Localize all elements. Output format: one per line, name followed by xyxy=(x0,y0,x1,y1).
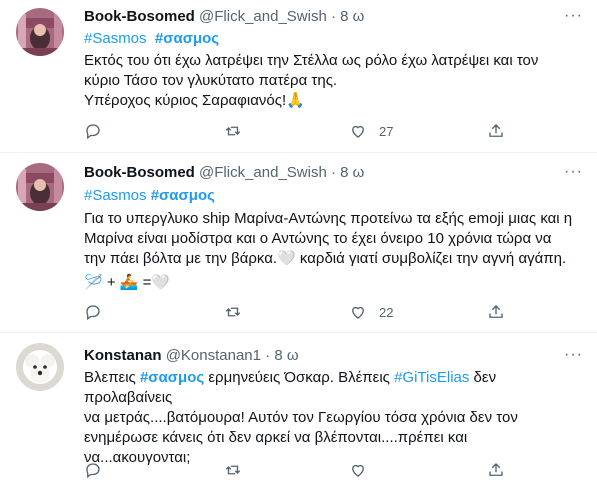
hashtag-link[interactable]: #σασμος xyxy=(151,187,215,204)
emoji-line: 🪡 + 🚣 =🤍 xyxy=(84,274,171,291)
hashtag-link[interactable]: #Sasmos xyxy=(84,30,147,47)
tweet-2[interactable]: Book-Bosomed @Flick_and_Swish · 8 ω ··· … xyxy=(0,153,597,333)
reply-icon xyxy=(86,305,100,321)
text-line: Μαρίνα είναι μοδίστρα και ο Αντώνης το έ… xyxy=(84,230,552,247)
hashtags: #Sasmos #σασμος xyxy=(84,29,219,49)
like-icon xyxy=(352,125,364,138)
author-handle[interactable]: @Flick_and_Swish xyxy=(199,8,327,25)
tweet-text: Για το υπεργλυκο ship Μαρίνα-Αντώνης προ… xyxy=(84,209,584,293)
text-line: Εκτός του ότι έχω λατρέψει την Στέλλα ως… xyxy=(84,52,539,69)
hashtags: #Sasmos #σασμος xyxy=(84,186,215,206)
retweet-button[interactable] xyxy=(224,121,254,141)
tweet-3[interactable]: Konstanan @Konstanan1 · 8 ω ··· Βλεπεις … xyxy=(0,333,597,495)
hashtag-link[interactable]: #GiTisElias xyxy=(394,369,469,386)
tweet-actions: 27 xyxy=(84,121,584,141)
hashtag-link[interactable]: #σασμος xyxy=(155,30,219,47)
like-icon xyxy=(352,464,364,477)
text-line: να μετράς....βατόμουρα! Αυτόν τον Γεωργί… xyxy=(84,409,518,426)
tweet-header: Konstanan @Konstanan1 · 8 ω xyxy=(84,347,299,364)
tweet-text: Εκτός του ότι έχω λατρέψει την Στέλλα ως… xyxy=(84,51,584,111)
like-icon xyxy=(352,306,364,319)
text-line: Βλεπεις #σασμος ερμηνεύεις Όσκαρ. Βλέπει… xyxy=(84,369,497,406)
author-name[interactable]: Book-Bosomed xyxy=(84,8,195,25)
share-button[interactable] xyxy=(487,460,505,480)
retweet-icon xyxy=(225,307,241,317)
avatar[interactable] xyxy=(16,343,64,391)
more-icon[interactable]: ··· xyxy=(564,162,583,182)
retweet-icon xyxy=(225,465,241,475)
tweet-header: Book-Bosomed @Flick_and_Swish · 8 ω xyxy=(84,164,365,181)
like-button[interactable]: 27 xyxy=(349,121,393,141)
text-line: κύριο Τάσο τον γλυκύτατο πατέρα της. xyxy=(84,72,338,89)
tweet-text: Βλεπεις #σασμος ερμηνεύεις Όσκαρ. Βλέπει… xyxy=(84,368,584,468)
retweet-button[interactable] xyxy=(224,302,254,322)
timestamp[interactable]: 8 ω xyxy=(274,347,298,364)
reply-button[interactable] xyxy=(84,121,114,141)
like-count: 27 xyxy=(379,123,394,139)
like-button[interactable]: 22 xyxy=(349,302,393,322)
share-icon xyxy=(489,305,503,318)
share-icon xyxy=(489,124,503,137)
share-icon xyxy=(489,463,503,476)
reply-icon xyxy=(86,463,100,479)
share-button[interactable] xyxy=(487,302,505,322)
like-button[interactable] xyxy=(349,460,379,480)
like-count: 22 xyxy=(379,304,394,320)
retweet-icon xyxy=(225,126,241,136)
timestamp[interactable]: 8 ω xyxy=(340,8,364,25)
text-line: Για το υπεργλυκο ship Μαρίνα-Αντώνης προ… xyxy=(84,210,573,227)
tweet-1[interactable]: Book-Bosomed @Flick_and_Swish · 8 ω ··· … xyxy=(0,0,597,153)
more-icon[interactable]: ··· xyxy=(564,345,583,365)
text-line: ενημέρωσε κάνεις ότι δεν αρκεί να βλέπον… xyxy=(84,429,468,446)
timestamp[interactable]: 8 ω xyxy=(340,164,364,181)
hashtag-link[interactable]: #σασμος xyxy=(140,369,204,386)
tweet-header: Book-Bosomed @Flick_and_Swish · 8 ω xyxy=(84,8,365,25)
text-line: Υπέροχος κύριος Σαραφιανός!🙏 xyxy=(84,92,305,109)
author-handle[interactable]: @Konstanan1 xyxy=(166,347,261,364)
reply-button[interactable] xyxy=(84,460,114,480)
author-name[interactable]: Book-Bosomed xyxy=(84,164,195,181)
retweet-button[interactable] xyxy=(224,460,254,480)
text-line: την πάει βόλτα με την βάρκα.🤍 καρδιά για… xyxy=(84,250,567,267)
author-handle[interactable]: @Flick_and_Swish xyxy=(199,164,327,181)
more-icon[interactable]: ··· xyxy=(564,6,583,26)
avatar[interactable] xyxy=(16,163,64,211)
tweet-actions xyxy=(84,460,584,480)
author-name[interactable]: Konstanan xyxy=(84,347,162,364)
avatar[interactable] xyxy=(16,8,64,56)
tweet-actions: 22 xyxy=(84,302,584,322)
reply-button[interactable] xyxy=(84,302,114,322)
hashtag-link[interactable]: #Sasmos xyxy=(84,187,147,204)
share-button[interactable] xyxy=(487,121,505,141)
reply-icon xyxy=(86,124,100,140)
